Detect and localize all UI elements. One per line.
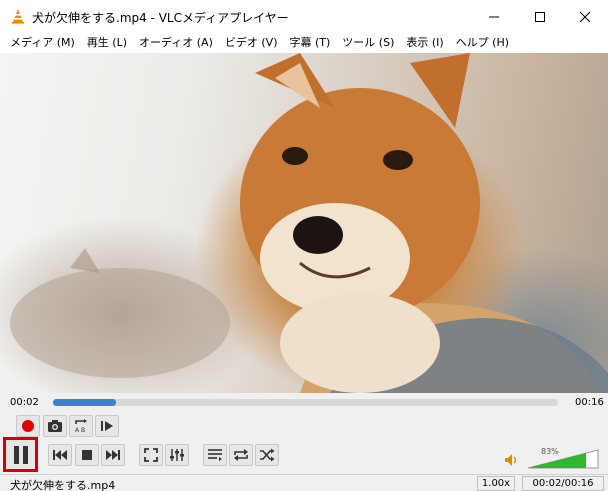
- menu-playback[interactable]: 再生 (L): [81, 33, 133, 53]
- frame-step-icon: [101, 421, 113, 431]
- stop-icon: [82, 450, 92, 460]
- window-title: 犬が欠伸をする.mp4 - VLCメディアプレイヤー: [32, 11, 289, 25]
- maximize-icon: [535, 11, 545, 22]
- previous-icon: [53, 450, 67, 460]
- close-button[interactable]: [562, 0, 608, 33]
- ab-loop-button[interactable]: A B: [69, 415, 93, 437]
- close-icon: [579, 11, 591, 22]
- snapshot-icon: [48, 420, 62, 432]
- menu-view[interactable]: 表示 (I): [400, 33, 449, 53]
- playlist-button[interactable]: [203, 444, 227, 466]
- video-display[interactable]: [0, 53, 608, 393]
- shuffle-button[interactable]: [255, 444, 279, 466]
- menu-subtitle[interactable]: 字幕 (T): [283, 33, 336, 53]
- menu-audio[interactable]: オーディオ (A): [133, 33, 219, 53]
- loop-icon: [234, 449, 248, 461]
- seek-bar[interactable]: [53, 399, 558, 406]
- menu-video[interactable]: ビデオ (V): [219, 33, 284, 53]
- extended-settings-icon: [170, 449, 184, 461]
- video-frame: [10, 53, 608, 393]
- playback-speed[interactable]: 1.00x: [477, 476, 515, 491]
- stop-button[interactable]: [75, 444, 99, 466]
- ab-loop-icon: A B: [75, 419, 87, 434]
- shuffle-icon: [260, 448, 275, 462]
- volume-slider[interactable]: [527, 449, 599, 469]
- extended-settings-button[interactable]: [165, 444, 189, 466]
- menu-tools[interactable]: ツール (S): [336, 33, 400, 53]
- record-button[interactable]: [16, 415, 40, 437]
- frame-step-button[interactable]: [95, 415, 119, 437]
- total-time: 00:16: [575, 397, 604, 408]
- next-button[interactable]: [101, 444, 125, 466]
- speaker-icon[interactable]: [504, 452, 520, 468]
- minimize-button[interactable]: [471, 0, 517, 33]
- loop-button[interactable]: [229, 444, 253, 466]
- menu-media[interactable]: メディア (M): [4, 33, 81, 53]
- seek-progress: [53, 399, 117, 406]
- vlc-cone-icon: [12, 9, 24, 24]
- status-filename: 犬が欠伸をする.mp4: [10, 479, 116, 491]
- next-icon: [106, 450, 120, 460]
- fullscreen-icon: [144, 448, 158, 462]
- fullscreen-button[interactable]: [139, 444, 163, 466]
- record-icon: [22, 420, 34, 432]
- minimize-icon: [489, 16, 499, 17]
- menu-help[interactable]: ヘルプ (H): [450, 33, 515, 53]
- maximize-button[interactable]: [517, 0, 563, 33]
- menu-bar: メディア (M) 再生 (L) オーディオ (A) ビデオ (V) 字幕 (T)…: [0, 33, 608, 53]
- elapsed-time: 00:02: [10, 397, 39, 408]
- previous-button[interactable]: [48, 444, 72, 466]
- status-bar: 犬が欠伸をする.mp4 1.00x 00:02/00:16: [0, 474, 608, 491]
- status-time[interactable]: 00:02/00:16: [522, 476, 604, 491]
- playlist-icon: [208, 449, 222, 461]
- title-bar: 犬が欠伸をする.mp4 - VLCメディアプレイヤー: [0, 0, 608, 33]
- snapshot-button[interactable]: [43, 415, 67, 437]
- seek-row: 00:02 00:16: [0, 393, 608, 413]
- pause-icon: [13, 445, 28, 464]
- pause-button[interactable]: [3, 437, 38, 472]
- svg-text:A B: A B: [75, 427, 85, 434]
